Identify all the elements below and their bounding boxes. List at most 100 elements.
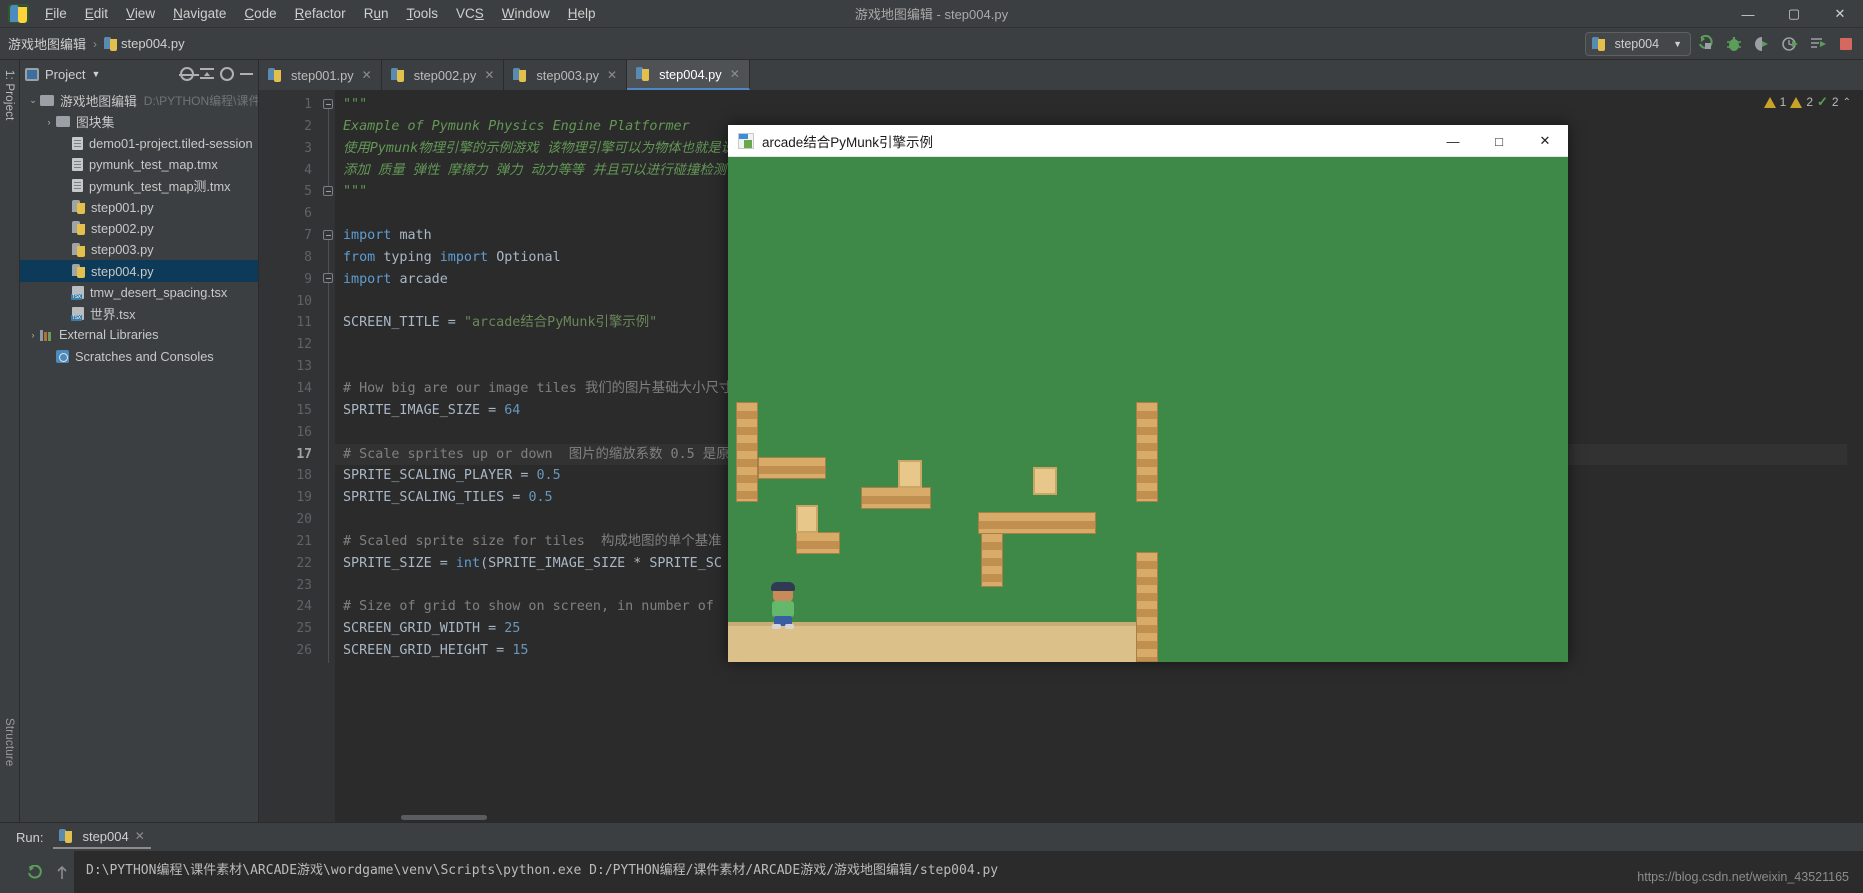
window-maximize-button[interactable]: ▢ [1771, 0, 1817, 28]
menu-navigate[interactable]: Navigate [164, 2, 235, 25]
run-with-console-button[interactable] [1805, 31, 1831, 57]
tree-item[interactable]: ›step004.py [20, 260, 258, 282]
warning-count-2: 2 [1806, 95, 1814, 109]
menu-vcs[interactable]: VCS [447, 2, 493, 25]
check-icon: ✓ [1817, 94, 1828, 109]
close-icon[interactable]: ✕ [484, 68, 494, 82]
tree-item[interactable]: ›step003.py [20, 239, 258, 260]
editor-horizontal-scrollbar[interactable] [335, 813, 1847, 822]
run-panel-label: Run: [16, 829, 44, 845]
tree-expand-icon[interactable]: ⌄ [26, 95, 40, 106]
line-number: 24 [296, 599, 312, 615]
window-close-button[interactable]: ✕ [1817, 0, 1863, 28]
game-maximize-button[interactable]: □ [1476, 125, 1522, 157]
close-icon[interactable]: ✕ [730, 67, 740, 81]
folder-icon [56, 116, 70, 128]
menu-view[interactable]: View [117, 2, 164, 25]
editor-tab[interactable]: step003.py ✕ [504, 60, 628, 90]
menu-file[interactable]: File [36, 2, 76, 25]
line-number: 21 [296, 533, 312, 549]
fold-marker-icon [323, 273, 333, 283]
editor-tab[interactable]: step001.py ✕ [259, 60, 382, 90]
menu-edit[interactable]: Edit [76, 2, 117, 25]
tree-item[interactable]: ›pymunk_test_map测.tmx [20, 175, 258, 196]
tree-item[interactable]: ›pymunk_test_map.tmx [20, 154, 258, 175]
stop-button[interactable] [1833, 31, 1859, 57]
tree-item[interactable]: ›step001.py [20, 196, 258, 217]
locate-icon[interactable] [179, 67, 199, 81]
close-icon[interactable]: ✕ [607, 68, 617, 82]
game-canvas[interactable] [728, 157, 1568, 662]
chevron-up-icon[interactable]: ⌃ [1843, 97, 1851, 108]
console-output[interactable]: D:\PYTHON编程\课件素材\ARCADE游戏\wordgame\venv\… [0, 851, 1863, 893]
project-toolbar: Project ▼ [20, 60, 258, 88]
error-marker-gutter[interactable] [1847, 90, 1863, 822]
fold-marker-icon [323, 230, 333, 240]
breadcrumb-project[interactable]: 游戏地图编辑 [8, 34, 86, 53]
tree-expand-icon[interactable]: › [26, 330, 40, 340]
gear-icon[interactable] [220, 67, 234, 81]
game-window[interactable]: arcade结合PyMunk引擎示例 — □ ✕ [728, 125, 1568, 662]
py-icon [72, 264, 85, 279]
breadcrumb-file[interactable]: step004.py [121, 36, 185, 51]
code-line[interactable]: """ [335, 94, 1847, 116]
run-tab-step004[interactable]: step004 ✕ [53, 826, 151, 849]
tree-item[interactable]: ›step002.py [20, 218, 258, 239]
game-minimize-button[interactable]: — [1430, 125, 1476, 157]
tree-item[interactable]: ›demo01-project.tiled-session [20, 133, 258, 154]
run-config-label: step004 [1614, 37, 1660, 51]
tree-item[interactable]: › 图块集 [20, 111, 258, 132]
run-panel-header: Run: step004 ✕ [0, 823, 1863, 851]
menu-bar: File Edit View Navigate Code Refactor Ru… [0, 0, 1863, 28]
crate-sprite [1033, 467, 1057, 495]
editor-tab[interactable]: step004.py ✕ [627, 60, 750, 90]
editor-tab[interactable]: step002.py ✕ [382, 60, 505, 90]
code-folding-gutter[interactable] [321, 90, 335, 822]
books-icon [40, 329, 53, 341]
debug-button[interactable] [1721, 31, 1747, 57]
tree-item[interactable]: ⌄ 游戏地图编辑 D:\PYTHON编程\课件 [20, 90, 258, 111]
coverage-button[interactable] [1749, 31, 1775, 57]
tree-item-label: step001.py [91, 199, 154, 215]
brick-tile [978, 512, 1096, 534]
line-number: 16 [296, 424, 312, 440]
fold-marker-icon [323, 186, 333, 196]
collapse-all-icon[interactable] [200, 68, 214, 80]
line-number: 18 [296, 468, 312, 484]
python-file-icon [513, 68, 527, 82]
tree-item-path: D:\PYTHON编程\课件 [143, 94, 258, 109]
arcade-app-icon [738, 132, 754, 149]
menu-window[interactable]: Window [493, 2, 559, 25]
tree-item-label: tmw_desert_spacing.tsx [90, 284, 228, 300]
scroll-up-icon[interactable] [56, 865, 68, 881]
tree-item[interactable]: ›世界.tsx [20, 303, 258, 324]
menu-code[interactable]: Code [235, 2, 285, 25]
window-minimize-button[interactable]: — [1725, 0, 1771, 28]
tool-tab-project[interactable]: 1: Project [3, 70, 15, 121]
menu-refactor[interactable]: Refactor [286, 2, 355, 25]
menu-run[interactable]: Run [355, 2, 398, 25]
tree-item[interactable]: › External Libraries [20, 324, 258, 345]
editor-tab-label: step001.py [291, 67, 354, 83]
tool-tab-structure[interactable]: Structure [3, 718, 15, 766]
profile-button[interactable] [1777, 31, 1803, 57]
hide-panel-icon[interactable] [240, 73, 253, 75]
menu-help[interactable]: Help [559, 2, 605, 25]
menu-tools[interactable]: Tools [397, 2, 447, 25]
inspection-widget[interactable]: 1 2 ✓ 2 ⌃ [1763, 94, 1851, 110]
run-button[interactable] [1693, 31, 1719, 57]
tsx-icon [71, 307, 84, 322]
game-close-button[interactable]: ✕ [1522, 125, 1568, 157]
python-file-icon [104, 36, 118, 51]
close-icon[interactable]: ✕ [362, 68, 372, 82]
run-configuration-selector[interactable]: step004 ▼ [1584, 32, 1691, 56]
project-view-chevron-icon[interactable]: ▼ [91, 69, 100, 79]
tree-item[interactable]: ›Scratches and Consoles [20, 346, 258, 367]
rerun-icon[interactable] [27, 864, 43, 881]
run-tab-close-icon[interactable]: ✕ [135, 829, 145, 843]
tree-item[interactable]: ›tmw_desert_spacing.tsx [20, 282, 258, 303]
editor-tab-label: step003.py [536, 67, 599, 83]
tree-item-label: step003.py [91, 242, 154, 258]
tree-expand-icon[interactable]: › [42, 117, 56, 127]
folder-icon [40, 95, 54, 107]
